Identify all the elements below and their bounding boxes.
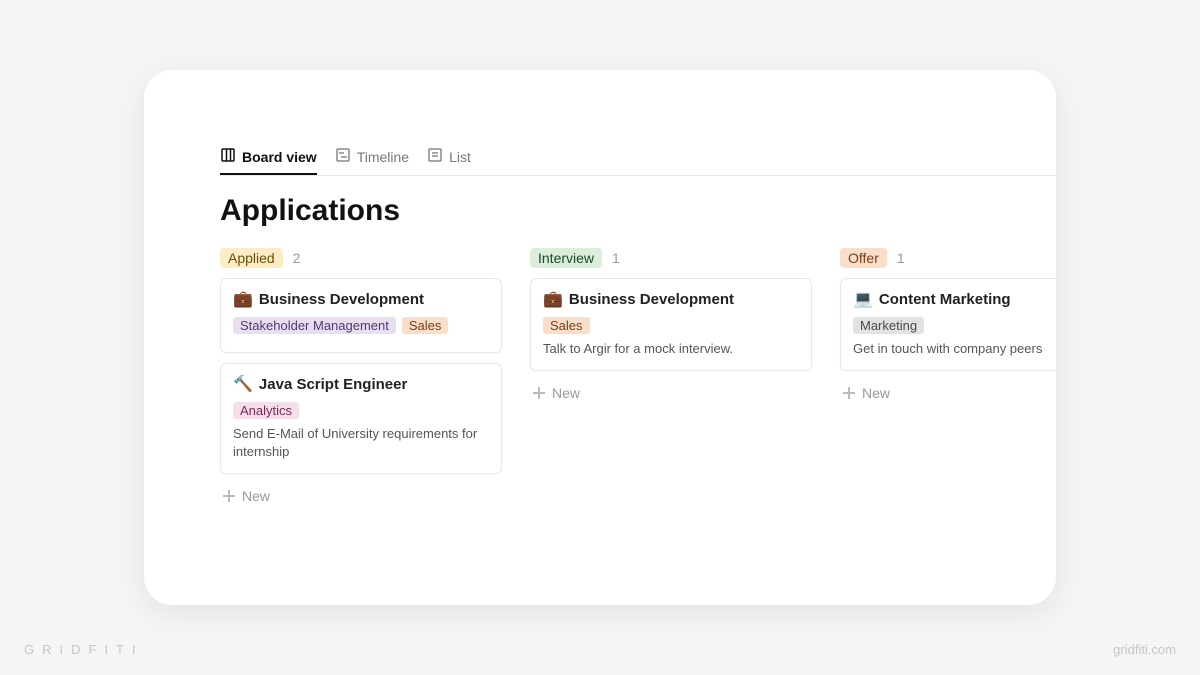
tab-list[interactable]: List [427,140,471,175]
add-card-label: New [862,385,890,401]
column-count: 1 [897,250,905,266]
card-title: 💼 Business Development [543,289,799,309]
add-card-label: New [242,488,270,504]
board-card[interactable]: 💼 Business Development Stakeholder Managem… [220,278,502,353]
board-card[interactable]: 💻 Content Marketing Marketing Get in touch … [840,278,1056,371]
column-header: Interview 1 [530,248,812,268]
tab-label: List [449,149,471,165]
card-tags: Sales [543,317,799,334]
card-title-text: Business Development [569,291,734,308]
card-note: Get in touch with company peers [853,340,1056,358]
tab-board-view[interactable]: Board view [220,140,317,175]
page-title: Applications [220,194,1056,228]
card-title: 💼 Business Development [233,289,489,309]
card-emoji-icon: 💼 [543,289,563,309]
add-card-button[interactable]: New [220,484,502,508]
add-card-button[interactable]: New [530,381,812,405]
board-column: Applied 2 💼 Business Development Stakeholder… [220,248,502,508]
board-card[interactable]: 🔨 Java Script Engineer Analytics Send E-Mai… [220,363,502,474]
card-note: Talk to Argir for a mock interview. [543,340,799,358]
view-tabs: Board view Timeline [220,140,1056,176]
card-emoji-icon: 💼 [233,289,253,309]
card-title: 💻 Content Marketing [853,289,1056,309]
plus-icon [842,386,856,400]
column-header: Applied 2 [220,248,502,268]
list-icon [427,147,443,166]
column-badge[interactable]: Applied [220,248,283,268]
card-title: 🔨 Java Script Engineer [233,374,489,394]
column-count: 2 [293,250,301,266]
card-tags: Stakeholder Management Sales [233,317,489,334]
tag: Stakeholder Management [233,317,396,334]
card-title-text: Business Development [259,291,424,308]
brand-watermark-left: GRIDFITI [24,642,144,657]
board-column: Interview 1 💼 Business Development Sales Talk… [530,248,812,405]
column-badge[interactable]: Interview [530,248,602,268]
app-window: Board view Timeline [144,70,1056,605]
tag: Sales [543,317,590,334]
brand-watermark-right: gridfiti.com [1113,642,1176,657]
board-icon [220,147,236,166]
card-note: Send E-Mail of University requirements f… [233,425,489,461]
tab-label: Board view [242,149,317,165]
card-tags: Marketing [853,317,1056,334]
plus-icon [532,386,546,400]
tab-label: Timeline [357,149,409,165]
timeline-icon [335,147,351,166]
card-tags: Analytics [233,402,489,419]
add-card-button[interactable]: New [840,381,1056,405]
content-area: Board view Timeline [144,140,1056,508]
column-badge[interactable]: Offer [840,248,887,268]
kanban-board: Applied 2 💼 Business Development Stakeholder… [220,248,1056,508]
card-title-text: Java Script Engineer [259,376,407,393]
board-card[interactable]: 💼 Business Development Sales Talk to Argir … [530,278,812,371]
column-header: Offer 1 [840,248,1056,268]
tag: Marketing [853,317,924,334]
add-card-label: New [552,385,580,401]
tab-timeline[interactable]: Timeline [335,140,409,175]
column-count: 1 [612,250,620,266]
card-emoji-icon: 🔨 [233,374,253,394]
tag: Analytics [233,402,299,419]
board-column: Offer 1 💻 Content Marketing Marketing Get in … [840,248,1056,405]
tag: Sales [402,317,449,334]
card-emoji-icon: 💻 [853,289,873,309]
card-title-text: Content Marketing [879,291,1011,308]
plus-icon [222,489,236,503]
